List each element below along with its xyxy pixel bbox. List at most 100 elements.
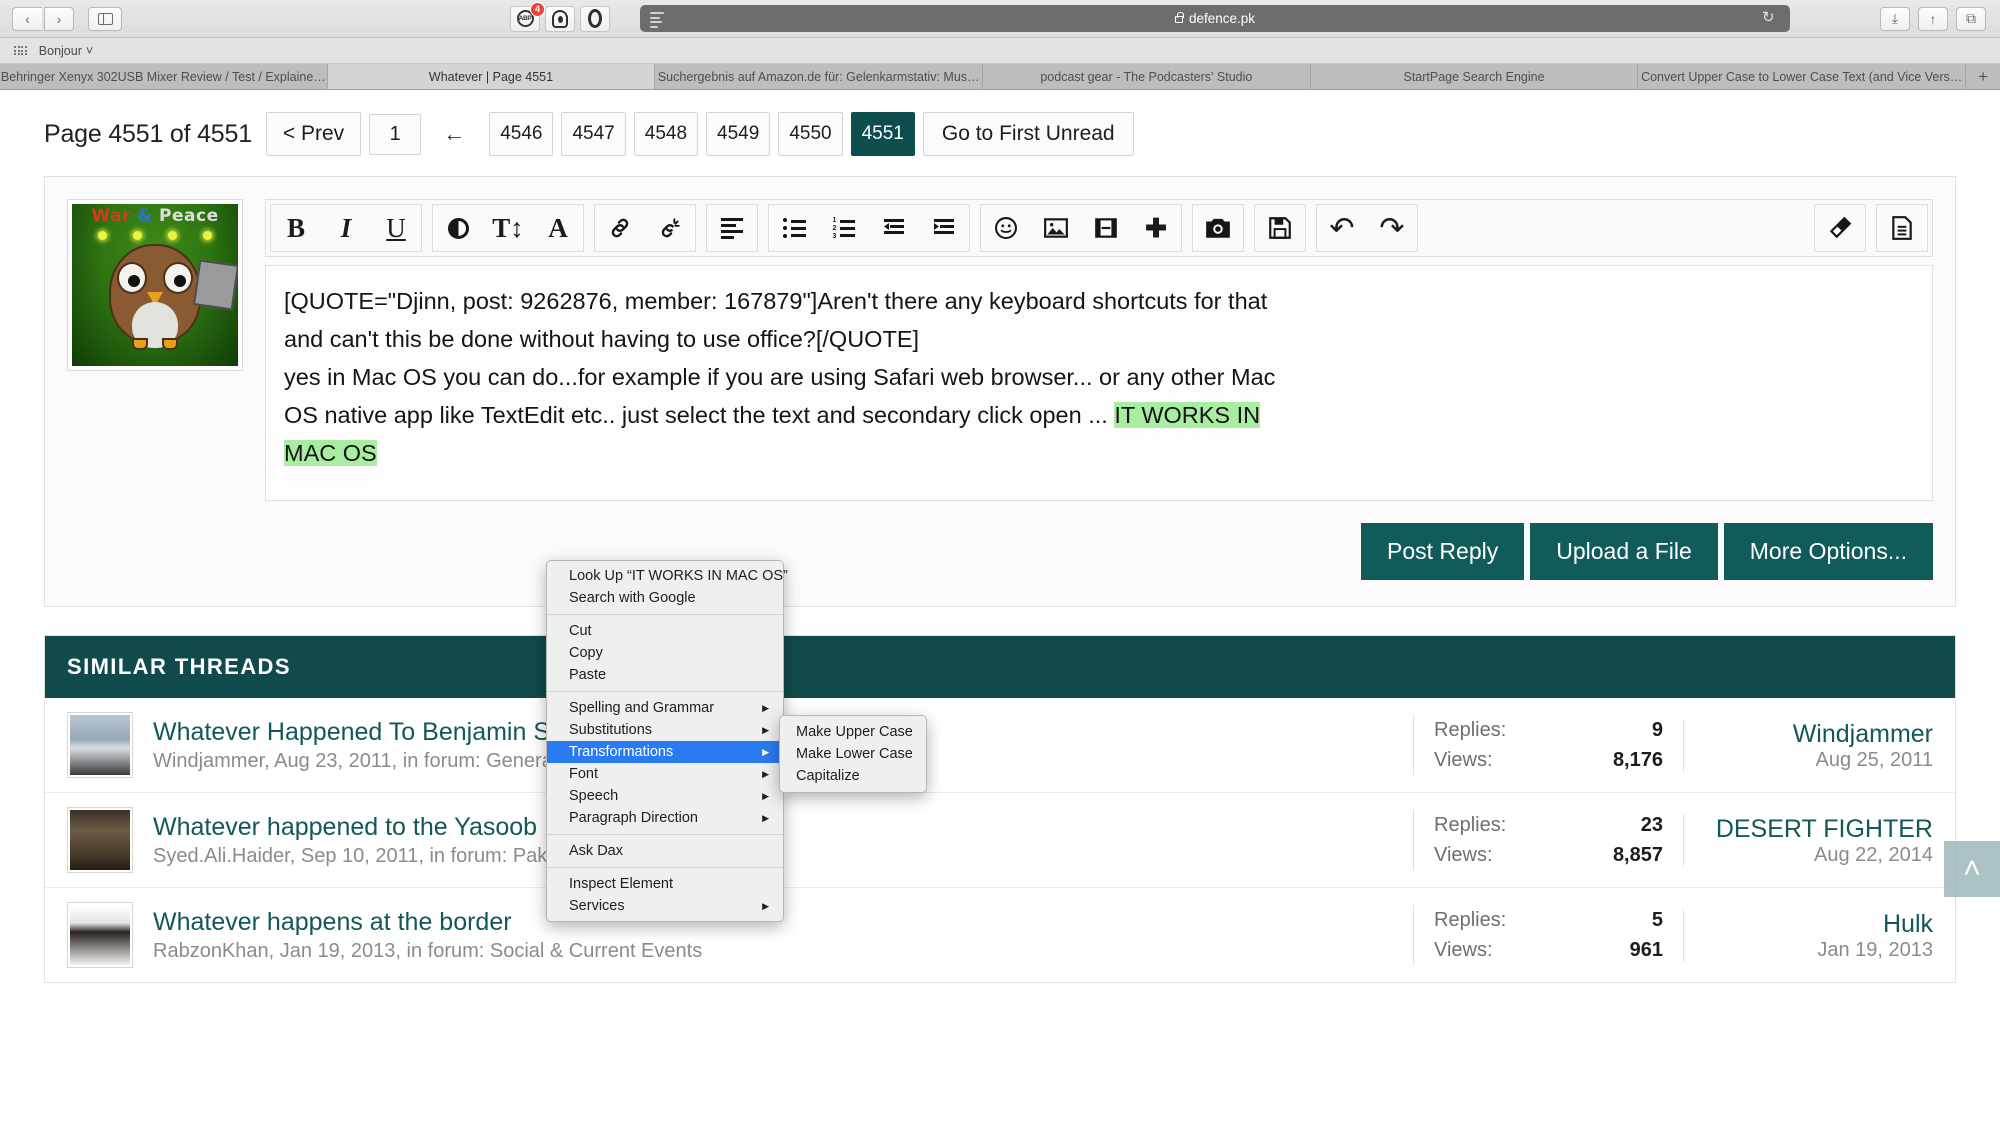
italic-button[interactable]: I [321, 205, 371, 251]
context-menu-item-ask-dax[interactable]: Ask Dax [547, 840, 783, 862]
bold-button[interactable]: B [271, 205, 321, 251]
bookmark-bar: Bonjour ˅ [0, 38, 2000, 64]
tab-amazon-suche[interactable]: Suchergebnis auf Amazon.de für: Gelenkar… [655, 64, 984, 89]
owl-icon [109, 244, 201, 350]
context-menu-item-paragraph-direction[interactable]: Paragraph Direction ▶ [547, 807, 783, 829]
new-tab-button[interactable]: + [1966, 64, 2000, 89]
more-options-button[interactable]: More Options... [1723, 523, 1933, 580]
indent-button[interactable] [919, 205, 969, 251]
table-row[interactable]: Whatever Happened To Benjamin Sisters Wi… [45, 698, 1955, 793]
outdent-button[interactable] [869, 205, 919, 251]
upload-a-file-button[interactable]: Upload a File [1530, 523, 1718, 580]
back-button[interactable]: ‹ [12, 6, 42, 31]
tab-whatever-page-4551[interactable]: Whatever | Page 4551 [327, 64, 656, 89]
prev-page-button[interactable]: < Prev [265, 112, 362, 156]
context-menu-item-spelling-and-grammar[interactable]: Spelling and Grammar ▶ [547, 697, 783, 719]
privacy-badger-button[interactable] [580, 5, 610, 32]
editor-line-5: MAC OS [284, 434, 1914, 472]
font-size-button[interactable]: T↕ [483, 205, 533, 251]
bullet-list-button[interactable] [769, 205, 819, 251]
insert-more-button[interactable]: ✚ [1131, 205, 1181, 251]
tab-startpage[interactable]: StartPage Search Engine [1311, 64, 1639, 89]
bold-icon: B [286, 212, 305, 243]
tab-podcast-gear[interactable]: podcast gear - The Podcasters' Studio [983, 64, 1311, 89]
context-menu-item-look-up[interactable]: Look Up “IT WORKS IN MAC OS” [547, 565, 788, 587]
tab-behringer[interactable]: Behringer Xenyx 302USB Mixer Review / Te… [0, 64, 328, 89]
context-menu-item-search-with-google[interactable]: Search with Google [547, 587, 783, 609]
address-bar[interactable]: defence.pk ↻ [640, 5, 1790, 32]
context-menu-item-services[interactable]: Services ▶ [547, 895, 783, 917]
reader-view-icon[interactable] [650, 12, 664, 28]
editor-line-3: yes in Mac OS you can do...for example i… [284, 364, 1276, 391]
page-button-4549[interactable]: 4549 [706, 112, 771, 156]
context-menu-item-transformations[interactable]: Transformations ▶ [547, 741, 783, 763]
scroll-to-top-button[interactable]: ˄ [1944, 841, 2000, 897]
camera-button[interactable] [1193, 205, 1243, 251]
tab-label: Whatever | Page 4551 [428, 69, 554, 84]
insert-video-button[interactable] [1081, 205, 1131, 251]
table-row[interactable]: Whatever happened to the Yasoob Project?… [45, 793, 1955, 888]
last-post-user-link[interactable]: Windjammer [1704, 719, 1933, 749]
bookmark-item-bonjour[interactable]: Bonjour ˅ [39, 44, 93, 58]
page-button-4548[interactable]: 4548 [633, 112, 699, 156]
tab-label: Behringer Xenyx 302USB Mixer Review / Te… [0, 69, 326, 84]
redo-button[interactable]: ↷ [1367, 205, 1417, 251]
insert-image-button[interactable] [1031, 205, 1081, 251]
context-menu-item-speech[interactable]: Speech ▶ [547, 785, 783, 807]
replies-count: 9 [1651, 719, 1663, 741]
context-menu-item-substitutions[interactable]: Substitutions ▶ [547, 719, 783, 741]
unlink-button[interactable] [645, 205, 695, 251]
save-draft-button[interactable] [1255, 205, 1305, 251]
jump-back-arrow-icon[interactable]: ← [429, 113, 479, 155]
page-button-4550[interactable]: 4550 [778, 112, 843, 156]
toggle-bb-code-button[interactable] [1877, 205, 1927, 251]
last-post-user-link[interactable]: Hulk [1704, 909, 1933, 939]
avatar-title-war: War [91, 206, 131, 226]
insert-video-icon [1095, 218, 1117, 238]
editor-selection-highlight-b: MAC OS [284, 440, 377, 467]
table-row[interactable]: Whatever happens at the border RabzonKha… [45, 888, 1955, 982]
go-to-first-unread-button[interactable]: Go to First Unread [922, 112, 1134, 156]
remove-formatting-button[interactable] [1815, 205, 1865, 251]
context-menu-item-inspect-element[interactable]: Inspect Element [547, 873, 783, 895]
insert-link-button[interactable] [595, 205, 645, 251]
page-button-4546[interactable]: 4546 [489, 112, 554, 156]
page-button-4547[interactable]: 4547 [561, 112, 626, 156]
menu-item-label: Look Up “IT WORKS IN MAC OS” [569, 568, 788, 584]
text-color-button[interactable] [433, 205, 483, 251]
redo-icon: ↷ [1379, 211, 1405, 245]
page-button-4551[interactable]: 4551 [850, 112, 915, 156]
forward-button[interactable]: › [44, 6, 74, 31]
toolbar-group-format-color: T↕ A [432, 204, 584, 252]
submenu-item-capitalize[interactable]: Capitalize [780, 765, 926, 787]
emoji-button[interactable] [981, 205, 1031, 251]
tab-overview-button[interactable]: ⧉ [1956, 6, 1986, 31]
underline-button[interactable]: U [371, 205, 421, 251]
post-reply-button[interactable]: Post Reply [1361, 523, 1525, 580]
downloads-button[interactable]: ⤓ [1880, 6, 1910, 31]
first-page-button[interactable]: 1 [369, 113, 422, 155]
submenu-arrow-icon: ▶ [762, 790, 769, 801]
font-family-button[interactable]: A [533, 205, 583, 251]
last-post-user-link[interactable]: DESERT FIGHTER [1704, 814, 1933, 844]
adblock-plus-button[interactable]: ABP 4 [510, 1, 545, 32]
undo-button[interactable]: ↶ [1317, 205, 1367, 251]
context-menu-item-font[interactable]: Font ▶ [547, 763, 783, 785]
avatar-title-peace: Peace [159, 206, 219, 226]
context-menu-item-copy[interactable]: Copy [547, 642, 783, 664]
context-menu-item-cut[interactable]: Cut [547, 620, 783, 642]
numbered-list-button[interactable]: 123 [819, 205, 869, 251]
reply-textarea[interactable]: [QUOTE="Djinn, post: 9262876, member: 16… [265, 265, 1933, 501]
align-left-button[interactable] [707, 205, 757, 251]
apps-grid-icon[interactable] [14, 45, 27, 56]
context-menu-item-paste[interactable]: Paste [547, 664, 783, 686]
sidebar-toggle-button[interactable] [88, 6, 122, 31]
submenu-item-make-upper-case[interactable]: Make Upper Case [780, 721, 926, 743]
share-button[interactable]: ↑ [1918, 6, 1948, 31]
ghostery-button[interactable] [545, 5, 575, 32]
browser-toolbar: ‹ › ABP 4 defence.pk ↻ ⤓ ↑ ⧉ [0, 0, 2000, 38]
tab-convert-case[interactable]: Convert Upper Case to Lower Case Text (a… [1638, 64, 1967, 89]
submenu-item-make-lower-case[interactable]: Make Lower Case [780, 743, 926, 765]
avatar[interactable]: War & Peace [67, 199, 243, 371]
reload-icon[interactable]: ↻ [1762, 10, 1778, 26]
